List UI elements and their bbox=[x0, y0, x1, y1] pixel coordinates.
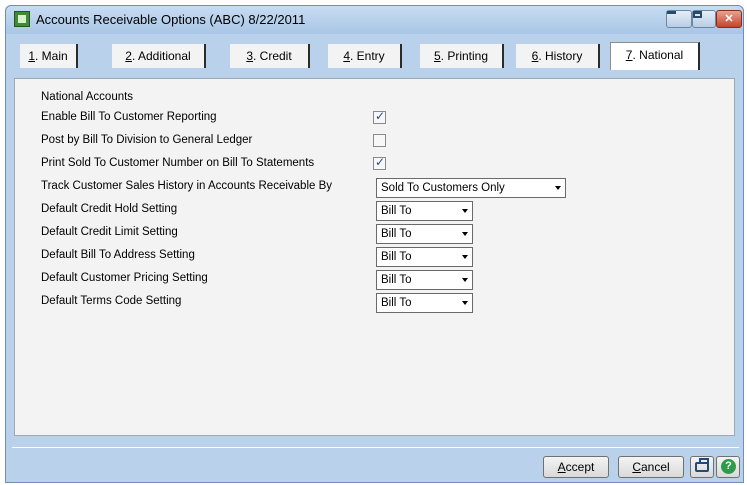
post-by-division-checkbox[interactable] bbox=[373, 134, 386, 147]
help-button[interactable]: ? bbox=[716, 456, 740, 478]
credit-hold-label: Default Credit Hold Setting bbox=[41, 203, 178, 215]
customer-pricing-label: Default Customer Pricing Setting bbox=[41, 272, 208, 284]
customer-pricing-dropdown[interactable]: Bill To bbox=[376, 270, 473, 290]
footer-divider bbox=[12, 447, 739, 448]
terms-code-label: Default Terms Code Setting bbox=[41, 295, 182, 307]
chevron-down-icon bbox=[462, 278, 468, 282]
tab-additional[interactable]: 2. Additional bbox=[112, 44, 206, 68]
minimize-icon bbox=[667, 11, 676, 14]
credit-hold-dropdown[interactable]: Bill To bbox=[376, 201, 473, 221]
chevron-down-icon bbox=[462, 255, 468, 259]
terms-code-dropdown[interactable]: Bill To bbox=[376, 293, 473, 313]
track-history-dropdown[interactable]: Sold To Customers Only bbox=[376, 178, 566, 198]
tab-strip: 1. Main 2. Additional 3. Credit 4. Entry… bbox=[12, 36, 739, 78]
maximize-button[interactable] bbox=[692, 10, 716, 28]
credit-limit-dropdown[interactable]: Bill To bbox=[376, 224, 473, 244]
national-panel: National Accounts Enable Bill To Custome… bbox=[14, 78, 735, 436]
printer-icon bbox=[695, 458, 709, 472]
credit-hold-value: Bill To bbox=[381, 205, 412, 217]
chevron-down-icon bbox=[462, 209, 468, 213]
section-heading: National Accounts bbox=[41, 91, 134, 103]
tab-entry[interactable]: 4. Entry bbox=[328, 44, 402, 68]
track-history-label: Track Customer Sales History in Accounts… bbox=[41, 180, 333, 192]
cancel-button[interactable]: Cancel bbox=[618, 456, 684, 478]
accept-button[interactable]: Accept bbox=[543, 456, 609, 478]
enable-bill-to-label: Enable Bill To Customer Reporting bbox=[41, 111, 217, 123]
options-window: Accounts Receivable Options (ABC) 8/22/2… bbox=[5, 5, 744, 483]
customer-pricing-value: Bill To bbox=[381, 274, 412, 286]
window-title: Accounts Receivable Options (ABC) 8/22/2… bbox=[36, 12, 306, 27]
credit-limit-label: Default Credit Limit Setting bbox=[41, 226, 178, 238]
help-icon: ? bbox=[721, 459, 736, 474]
close-icon: ✕ bbox=[724, 13, 734, 25]
track-history-value: Sold To Customers Only bbox=[381, 182, 505, 194]
post-by-division-label: Post by Bill To Division to General Ledg… bbox=[41, 134, 253, 146]
maximize-icon bbox=[693, 11, 702, 18]
credit-limit-value: Bill To bbox=[381, 228, 412, 240]
terms-code-value: Bill To bbox=[381, 297, 412, 309]
close-button[interactable]: ✕ bbox=[716, 10, 742, 28]
bill-to-address-dropdown[interactable]: Bill To bbox=[376, 247, 473, 267]
bill-to-address-label: Default Bill To Address Setting bbox=[41, 249, 195, 261]
chevron-down-icon bbox=[462, 301, 468, 305]
tab-printing[interactable]: 5. Printing bbox=[420, 44, 504, 68]
print-button[interactable] bbox=[690, 456, 714, 478]
tab-credit[interactable]: 3. Credit bbox=[230, 44, 310, 68]
tab-main[interactable]: 1. Main bbox=[20, 44, 78, 68]
tab-history[interactable]: 6. History bbox=[516, 44, 600, 68]
tab-national[interactable]: 7. National bbox=[610, 42, 700, 70]
app-icon bbox=[14, 11, 30, 27]
chevron-down-icon bbox=[555, 186, 561, 190]
enable-bill-to-checkbox[interactable] bbox=[373, 109, 386, 124]
minimize-button[interactable] bbox=[666, 10, 692, 28]
title-bar[interactable]: Accounts Receivable Options (ABC) 8/22/2… bbox=[6, 6, 743, 34]
print-sold-to-checkbox[interactable] bbox=[373, 155, 386, 170]
print-sold-to-label: Print Sold To Customer Number on Bill To… bbox=[41, 157, 315, 169]
chevron-down-icon bbox=[462, 232, 468, 236]
bill-to-address-value: Bill To bbox=[381, 251, 412, 263]
